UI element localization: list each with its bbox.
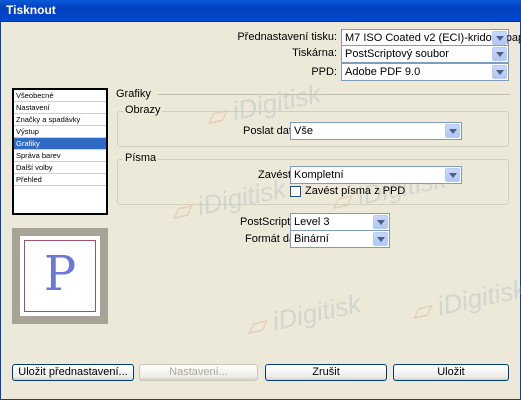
title-bar[interactable]: Tisknout <box>0 0 521 22</box>
sidebar-item-marks-bleed[interactable]: Značky a spadávky <box>14 114 106 126</box>
chevron-down-icon[interactable] <box>373 232 388 246</box>
sidebar-item-setup[interactable]: Nastavení <box>14 102 106 114</box>
images-group-title: Obrazy <box>123 104 163 116</box>
download-label: Zavést: <box>258 169 295 181</box>
chevron-down-icon[interactable] <box>492 65 507 79</box>
chevron-down-icon[interactable] <box>445 168 460 182</box>
sidebar-item-color-management[interactable]: Správa barev <box>14 150 106 162</box>
presets-button[interactable]: Nastavení... <box>139 364 258 381</box>
sidebar-item-graphics[interactable]: Grafiky <box>14 138 106 150</box>
fonts-group-title: Písma <box>123 152 159 164</box>
cancel-button[interactable]: Zrušit <box>265 364 387 381</box>
ppd-fonts-checkbox[interactable] <box>290 186 301 197</box>
preview-paper: P <box>20 236 100 316</box>
save-button[interactable]: Uložit <box>393 364 509 381</box>
sidebar-item-output[interactable]: Výstup <box>14 126 106 138</box>
preview-letter: P <box>43 246 77 302</box>
page-preview: P <box>12 228 108 324</box>
ppd-select[interactable]: Adobe PDF 9.0 <box>341 63 509 81</box>
printer-select[interactable]: PostScriptový soubor <box>341 45 509 63</box>
section-divider <box>158 94 510 95</box>
chevron-down-icon[interactable] <box>492 47 507 61</box>
section-title: Grafiky <box>116 88 151 100</box>
send-data-select[interactable]: Vše <box>290 122 462 140</box>
window-title: Tisknout <box>6 3 56 17</box>
preset-label: Přednastavení tisku: <box>237 31 337 43</box>
chevron-down-icon[interactable] <box>373 215 388 229</box>
sidebar-item-general[interactable]: Všeobecné <box>14 90 106 102</box>
ppd-label: PPD: <box>311 66 337 78</box>
download-select[interactable]: Kompletní <box>290 166 462 184</box>
chevron-down-icon[interactable] <box>445 124 460 138</box>
format-select[interactable]: Binární <box>290 230 390 248</box>
printer-label: Tiskárna: <box>292 47 337 59</box>
ppd-fonts-label: Zavést písma z PPD <box>305 185 406 197</box>
chevron-down-icon[interactable] <box>492 31 507 45</box>
category-list[interactable]: Všeobecné Nastavení Značky a spadávky Vý… <box>12 88 108 215</box>
sidebar-item-advanced[interactable]: Další volby <box>14 162 106 174</box>
save-preset-button[interactable]: Uložit přednastavení... <box>12 364 134 381</box>
postscript-select[interactable]: Level 3 <box>290 213 390 231</box>
sidebar-item-summary[interactable]: Přehled <box>14 174 106 186</box>
